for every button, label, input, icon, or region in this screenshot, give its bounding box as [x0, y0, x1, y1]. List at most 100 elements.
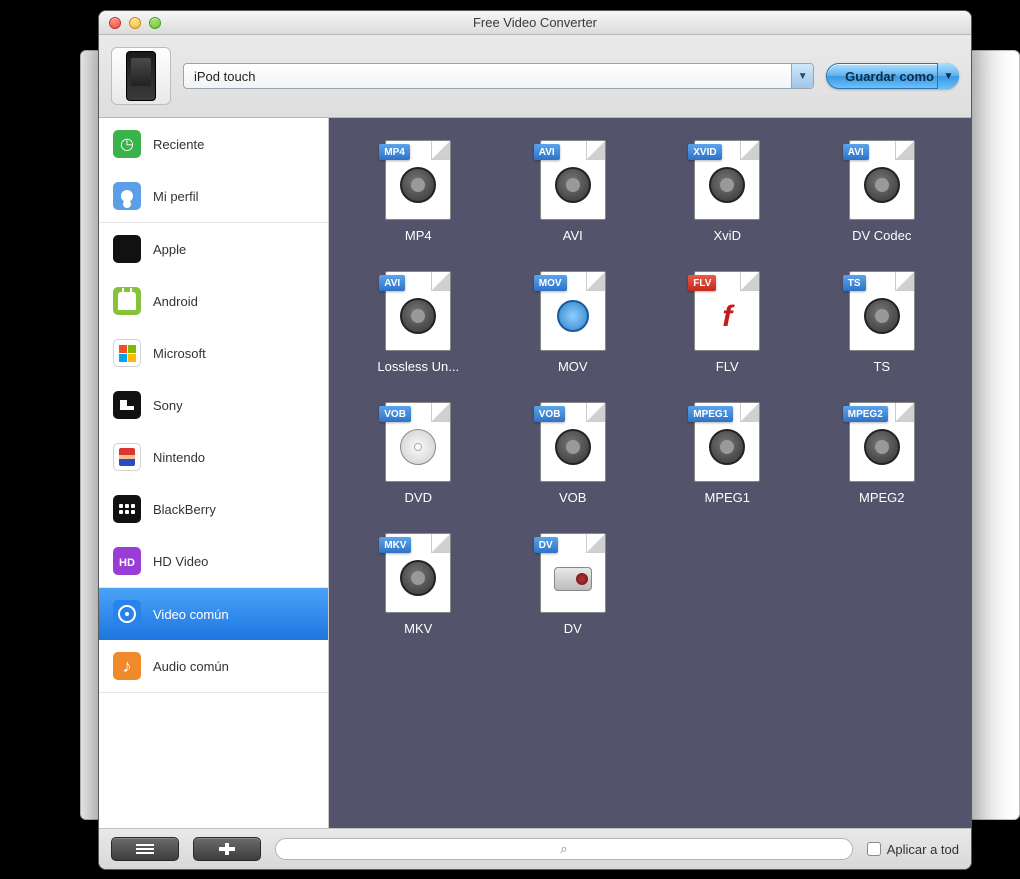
- film-reel-icon: [113, 600, 141, 628]
- format-tag: MPEG1: [688, 406, 733, 422]
- android-icon: [113, 287, 141, 315]
- format-item-mp4[interactable]: MP4MP4: [355, 140, 482, 243]
- music-note-icon: [113, 652, 141, 680]
- sidebar-item-label: Sony: [153, 398, 183, 413]
- playstation-icon: [113, 391, 141, 419]
- format-label: Lossless Un...: [377, 359, 459, 374]
- sidebar-item-ms[interactable]: Microsoft: [99, 327, 328, 379]
- minimize-icon[interactable]: [129, 17, 141, 29]
- format-label: VOB: [559, 490, 586, 505]
- sidebar-item-hd[interactable]: HD Video: [99, 535, 328, 587]
- window-title: Free Video Converter: [99, 15, 971, 30]
- format-item-mkv[interactable]: MKVMKV: [355, 533, 482, 636]
- format-tag: MP4: [379, 144, 410, 160]
- file-icon: VOB: [540, 402, 606, 482]
- format-label: XviD: [714, 228, 741, 243]
- zoom-icon[interactable]: [149, 17, 161, 29]
- sidebar-item-sony[interactable]: Sony: [99, 379, 328, 431]
- format-item-dv-codec[interactable]: AVIDV Codec: [819, 140, 946, 243]
- file-icon: AVI: [385, 271, 451, 351]
- format-label: MP4: [405, 228, 432, 243]
- format-label: TS: [873, 359, 890, 374]
- apply-all-checkbox[interactable]: Aplicar a tod: [867, 842, 959, 857]
- sidebar: RecienteMi perfilApple Android Microsoft So…: [99, 118, 329, 828]
- sidebar-item-label: Microsoft: [153, 346, 206, 361]
- format-tag: VOB: [379, 406, 411, 422]
- apple-icon: [113, 235, 141, 263]
- file-icon: AVI: [849, 140, 915, 220]
- format-tag: XVID: [688, 144, 721, 160]
- file-icon: MP4: [385, 140, 451, 220]
- search-input[interactable]: ⌕: [275, 838, 853, 860]
- format-item-mpeg1[interactable]: MPEG1MPEG1: [664, 402, 791, 505]
- file-icon: TS: [849, 271, 915, 351]
- format-tag: VOB: [534, 406, 566, 422]
- format-item-dv[interactable]: DVDV: [510, 533, 637, 636]
- format-item-xvid[interactable]: XVID XviD: [664, 140, 791, 243]
- blackberry-icon: [113, 495, 141, 523]
- clock-icon: [113, 130, 141, 158]
- search-icon: ⌕: [560, 841, 567, 857]
- sidebar-item-recent[interactable]: Reciente: [99, 118, 328, 170]
- sidebar-item-profile[interactable]: Mi perfil: [99, 170, 328, 222]
- sidebar-item-label: Nintendo: [153, 450, 205, 465]
- format-item-vob[interactable]: VOBVOB: [510, 402, 637, 505]
- sidebar-item-label: Audio común: [153, 659, 229, 674]
- titlebar: Free Video Converter: [99, 11, 971, 35]
- sidebar-item-video[interactable]: Video común: [99, 588, 328, 640]
- format-label: MPEG2: [859, 490, 905, 505]
- format-tag: FLV: [688, 275, 716, 291]
- format-tag: MOV: [534, 275, 567, 291]
- sidebar-item-nintendo[interactable]: Nintendo: [99, 431, 328, 483]
- format-tag: MPEG2: [843, 406, 888, 422]
- format-item-mov[interactable]: MOVMOV: [510, 271, 637, 374]
- file-icon: MOV: [540, 271, 606, 351]
- chevron-down-icon[interactable]: ▼: [937, 63, 959, 89]
- sidebar-item-bb[interactable]: BlackBerry: [99, 483, 328, 535]
- format-tag: AVI: [843, 144, 869, 160]
- footer: ⌕ Aplicar a tod: [99, 829, 971, 869]
- file-icon: VOB: [385, 402, 451, 482]
- format-item-flv[interactable]: FLVfFLV: [664, 271, 791, 374]
- format-label: AVI: [563, 228, 583, 243]
- format-label: DV: [564, 621, 582, 636]
- format-item-lossless-un-[interactable]: AVI Lossless Un...: [355, 271, 482, 374]
- user-icon: [113, 182, 141, 210]
- format-item-dvd[interactable]: VOB DVD: [355, 402, 482, 505]
- chevron-down-icon: ▼: [791, 64, 813, 88]
- format-label: DVD: [405, 490, 432, 505]
- format-item-avi[interactable]: AVI AVI: [510, 140, 637, 243]
- format-label: MPEG1: [704, 490, 750, 505]
- app-window: Free Video Converter iPod touch ▼ Guarda…: [98, 10, 972, 870]
- sidebar-item-apple[interactable]: Apple: [99, 223, 328, 275]
- file-icon: MPEG1: [694, 402, 760, 482]
- file-icon: XVID: [694, 140, 760, 220]
- format-tag: DV: [534, 537, 558, 553]
- file-icon: FLVf: [694, 271, 760, 351]
- sidebar-item-label: HD Video: [153, 554, 208, 569]
- sidebar-item-label: Video común: [153, 607, 229, 622]
- format-item-ts[interactable]: TSTS: [819, 271, 946, 374]
- list-view-button[interactable]: [111, 837, 179, 861]
- format-grid-panel: MP4MP4AVIAVIXVIDXviDAVIDV CodecAVILossle…: [329, 118, 971, 828]
- toolbar: iPod touch ▼ Guardar como ▼: [99, 35, 971, 118]
- device-preview-icon[interactable]: [111, 47, 171, 105]
- close-icon[interactable]: [109, 17, 121, 29]
- format-tag: TS: [843, 275, 866, 291]
- mario-icon: [113, 443, 141, 471]
- format-label: FLV: [716, 359, 739, 374]
- format-label: MKV: [404, 621, 432, 636]
- apply-all-label: Aplicar a tod: [887, 842, 959, 857]
- add-button[interactable]: [193, 837, 261, 861]
- sidebar-item-android[interactable]: Android: [99, 275, 328, 327]
- sidebar-item-label: Android: [153, 294, 198, 309]
- save-as-button[interactable]: Guardar como ▼: [826, 63, 959, 89]
- checkbox-icon: [867, 842, 881, 856]
- format-tag: AVI: [534, 144, 560, 160]
- preset-select[interactable]: iPod touch ▼: [183, 63, 814, 89]
- format-label: MOV: [558, 359, 588, 374]
- hd-icon: [113, 547, 141, 575]
- file-icon: DV: [540, 533, 606, 613]
- sidebar-item-audio[interactable]: Audio común: [99, 640, 328, 692]
- format-item-mpeg2[interactable]: MPEG2 MPEG2: [819, 402, 946, 505]
